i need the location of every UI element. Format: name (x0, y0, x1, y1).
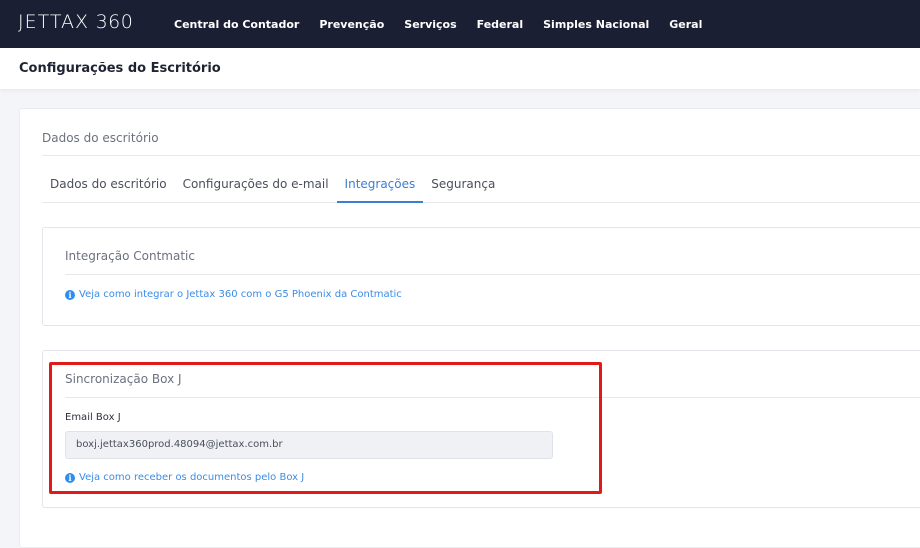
nav-prevencao[interactable]: Prevenção (309, 18, 394, 31)
contmatic-help-text: Veja como integrar o Jettax 360 com o G5… (79, 289, 402, 300)
logo-number: 360 (95, 11, 134, 33)
tab-dados-do-escritorio[interactable]: Dados do escritório (42, 167, 175, 203)
boxj-help-link[interactable]: i Veja como receber os documentos pelo B… (65, 472, 304, 483)
settings-tabs: Dados do escritório Configurações do e-m… (42, 167, 920, 203)
main-menu: Central do Contador Prevenção Serviços F… (164, 0, 712, 48)
page-header: Configurações do Escritório (0, 48, 920, 89)
tab-configuracoes-do-email[interactable]: Configurações do e-mail (175, 167, 337, 203)
page-title: Configurações do Escritório (19, 61, 221, 76)
boxj-email-label: Email Box J (65, 412, 121, 423)
contmatic-integration-panel: Integração Contmatic i Veja como integra… (42, 227, 920, 326)
nav-simples-nacional[interactable]: Simples Nacional (533, 18, 659, 31)
divider (65, 274, 920, 275)
card-title: Dados do escritório (42, 131, 159, 145)
nav-central-do-contador[interactable]: Central do Contador (164, 18, 309, 31)
boxj-email-field[interactable]: boxj.jettax360prod.48094@jettax.com.br (65, 431, 553, 459)
nav-federal[interactable]: Federal (467, 18, 533, 31)
tab-seguranca[interactable]: Segurança (423, 167, 503, 203)
jettax-logo[interactable]: JETTAX 360 (18, 11, 133, 33)
boxj-help-text: Veja como receber os documentos pelo Box… (79, 472, 305, 483)
logo-text: JETTAX (18, 11, 90, 33)
top-navbar: JETTAX 360 Central do Contador Prevenção… (0, 0, 920, 48)
boxj-sync-panel: Sincronização Box J Email Box J boxj.jet… (42, 350, 920, 508)
tab-integracoes[interactable]: Integrações (336, 167, 424, 203)
info-icon: i (65, 289, 75, 300)
contmatic-help-link[interactable]: i Veja como integrar o Jettax 360 com o … (65, 289, 402, 300)
divider (65, 397, 920, 398)
office-settings-card: Dados do escritório Dados do escritório … (19, 108, 920, 548)
boxj-title: Sincronização Box J (65, 372, 182, 386)
nav-servicos[interactable]: Serviços (394, 18, 466, 31)
info-icon: i (65, 472, 75, 483)
divider (42, 155, 920, 156)
nav-geral[interactable]: Geral (659, 18, 712, 31)
contmatic-title: Integração Contmatic (65, 249, 195, 263)
